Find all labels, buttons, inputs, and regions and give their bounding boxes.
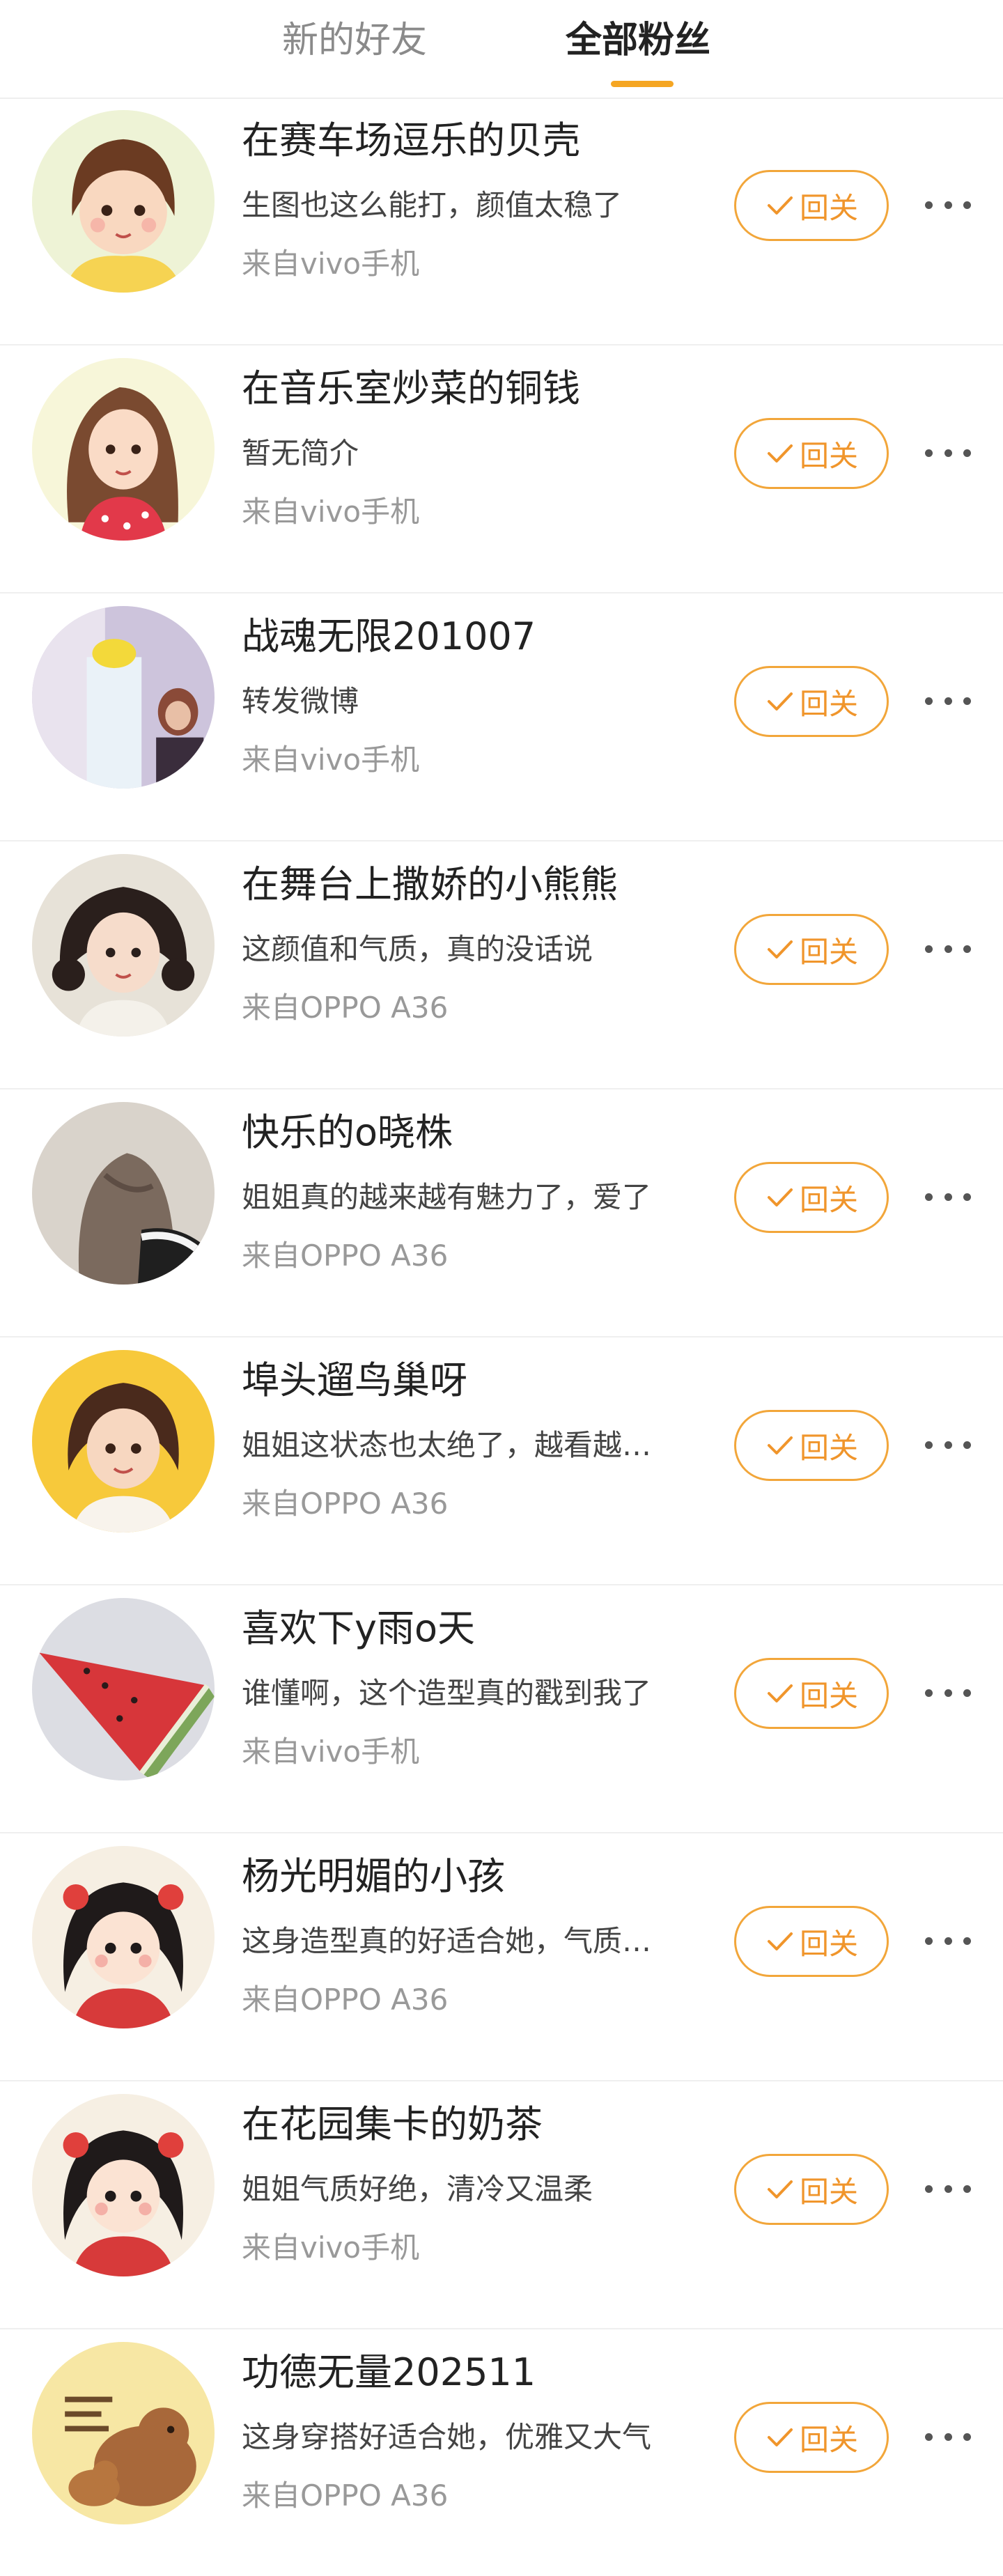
tab-all-fans[interactable]: 全部粉丝 [566, 18, 710, 63]
follow-back-button[interactable]: 回关 [734, 2154, 889, 2225]
fan-row[interactable]: 在花园集卡的奶茶 姐姐气质好绝，清冷又温柔 来自vivo手机 回关 [0, 2080, 1003, 2328]
more-icon[interactable] [925, 1429, 971, 1460]
fan-name[interactable]: 战魂无限201007 [242, 613, 536, 660]
avatar[interactable] [32, 2094, 215, 2276]
fan-row[interactable]: 在音乐室炒菜的铜钱 暂无简介 来自vivo手机 回关 [0, 344, 1003, 592]
fan-description: 暂无简介 [242, 436, 359, 470]
fan-source: 来自OPPO A36 [242, 2478, 449, 2513]
fan-description: 这身穿搭好适合她，优雅又大气 [242, 2420, 652, 2454]
more-icon[interactable] [925, 1925, 971, 1956]
more-icon[interactable] [925, 437, 971, 468]
fan-name[interactable]: 在音乐室炒菜的铜钱 [242, 365, 580, 412]
fan-description: 姐姐这状态也太绝了，越看越… [242, 1428, 652, 1462]
more-icon[interactable] [925, 2173, 971, 2204]
avatar[interactable] [32, 110, 215, 293]
fan-description: 这身造型真的好适合她，气质… [242, 1924, 652, 1958]
follow-back-label: 回关 [799, 2174, 858, 2209]
fan-source: 来自OPPO A36 [242, 1487, 449, 1521]
fan-row[interactable]: 战魂无限201007 转发微博 来自vivo手机 回关 [0, 592, 1003, 840]
fan-row[interactable]: 杨光明媚的小孩 这身造型真的好适合她，气质… 来自OPPO A36 回关 [0, 1832, 1003, 2080]
fan-source: 来自OPPO A36 [242, 991, 449, 1025]
check-icon [767, 1436, 793, 1454]
fan-source: 来自vivo手机 [242, 495, 420, 529]
fan-name[interactable]: 在舞台上撒娇的小熊熊 [242, 861, 618, 908]
follow-back-label: 回关 [799, 1926, 858, 1961]
fan-source: 来自vivo手机 [242, 1735, 420, 1769]
follow-back-button[interactable]: 回关 [734, 914, 889, 985]
fan-description: 姐姐气质好绝，清冷又温柔 [242, 2172, 593, 2206]
avatar[interactable] [32, 1846, 215, 2028]
follow-back-label: 回关 [799, 438, 858, 473]
avatar[interactable] [32, 854, 215, 1037]
check-icon [767, 196, 793, 215]
fan-name[interactable]: 在花园集卡的奶茶 [242, 2101, 543, 2148]
avatar[interactable] [32, 606, 215, 789]
more-icon[interactable] [925, 933, 971, 964]
fan-name[interactable]: 埠头遛鸟巢呀 [242, 1357, 467, 1404]
fan-description: 转发微博 [242, 684, 359, 718]
fan-source: 来自vivo手机 [242, 743, 420, 777]
follow-back-label: 回关 [799, 1430, 858, 1465]
check-icon [767, 1932, 793, 1950]
fan-name[interactable]: 功德无量202511 [242, 2349, 536, 2396]
follow-back-button[interactable]: 回关 [734, 170, 889, 241]
follow-back-button[interactable]: 回关 [734, 1658, 889, 1729]
follow-back-label: 回关 [799, 1678, 858, 1713]
follow-back-button[interactable]: 回关 [734, 418, 889, 489]
avatar[interactable] [32, 1350, 215, 1533]
fan-row[interactable]: 喜欢下y雨o天 谁懂啊，这个造型真的戳到我了 来自vivo手机 回关 [0, 1584, 1003, 1832]
follow-back-label: 回关 [799, 686, 858, 721]
fan-name[interactable]: 快乐的o晓株 [242, 1109, 453, 1156]
fan-source: 来自OPPO A36 [242, 1983, 449, 2017]
avatar[interactable] [32, 1598, 215, 1780]
more-icon[interactable] [925, 2421, 971, 2452]
check-icon [767, 2428, 793, 2446]
fan-name[interactable]: 喜欢下y雨o天 [242, 1605, 475, 1652]
fan-row[interactable]: 功德无量202511 这身穿搭好适合她，优雅又大气 来自OPPO A36 回关 [0, 2328, 1003, 2576]
fan-row[interactable]: 在舞台上撒娇的小熊熊 这颜值和气质，真的没话说 来自OPPO A36 回关 [0, 840, 1003, 1088]
check-icon [767, 940, 793, 959]
fan-row[interactable]: 在赛车场逗乐的贝壳 生图也这么能打，颜值太稳了 来自vivo手机 回关 [0, 98, 1003, 344]
check-icon [767, 692, 793, 711]
fan-source: 来自vivo手机 [242, 247, 420, 281]
follow-back-label: 回关 [799, 934, 858, 969]
check-icon [767, 1684, 793, 1702]
follow-back-label: 回关 [799, 190, 858, 225]
follow-back-button[interactable]: 回关 [734, 1162, 889, 1233]
fan-name[interactable]: 在赛车场逗乐的贝壳 [242, 117, 580, 164]
follow-back-label: 回关 [799, 2422, 858, 2457]
more-icon[interactable] [925, 685, 971, 716]
follow-back-button[interactable]: 回关 [734, 1410, 889, 1481]
check-icon [767, 1188, 793, 1206]
fans-list: 在赛车场逗乐的贝壳 生图也这么能打，颜值太稳了 来自vivo手机 回关 在音乐室… [0, 98, 1003, 2576]
fan-row[interactable]: 快乐的o晓株 姐姐真的越来越有魅力了，爱了 来自OPPO A36 回关 [0, 1088, 1003, 1336]
fan-source: 来自vivo手机 [242, 2230, 420, 2265]
fan-description: 生图也这么能打，颜值太稳了 [242, 188, 623, 222]
follow-back-button[interactable]: 回关 [734, 666, 889, 737]
avatar[interactable] [32, 358, 215, 541]
check-icon [767, 444, 793, 463]
fan-source: 来自OPPO A36 [242, 1239, 449, 1273]
tab-bar: 新的好友 全部粉丝 [0, 0, 1003, 99]
fan-description: 谁懂啊，这个造型真的戳到我了 [242, 1676, 652, 1710]
avatar[interactable] [32, 2342, 215, 2524]
more-icon[interactable] [925, 189, 971, 220]
avatar[interactable] [32, 1102, 215, 1285]
more-icon[interactable] [925, 1181, 971, 1212]
active-tab-indicator [611, 81, 674, 87]
more-icon[interactable] [925, 1677, 971, 1708]
fan-row[interactable]: 埠头遛鸟巢呀 姐姐这状态也太绝了，越看越… 来自OPPO A36 回关 [0, 1336, 1003, 1584]
fan-name[interactable]: 杨光明媚的小孩 [242, 1853, 505, 1900]
follow-back-label: 回关 [799, 1182, 858, 1217]
follow-back-button[interactable]: 回关 [734, 2402, 889, 2473]
tab-new-friends[interactable]: 新的好友 [282, 18, 427, 63]
follow-back-button[interactable]: 回关 [734, 1906, 889, 1977]
fan-description: 这颜值和气质，真的没话说 [242, 932, 593, 966]
fan-description: 姐姐真的越来越有魅力了，爱了 [242, 1180, 652, 1214]
check-icon [767, 2180, 793, 2198]
